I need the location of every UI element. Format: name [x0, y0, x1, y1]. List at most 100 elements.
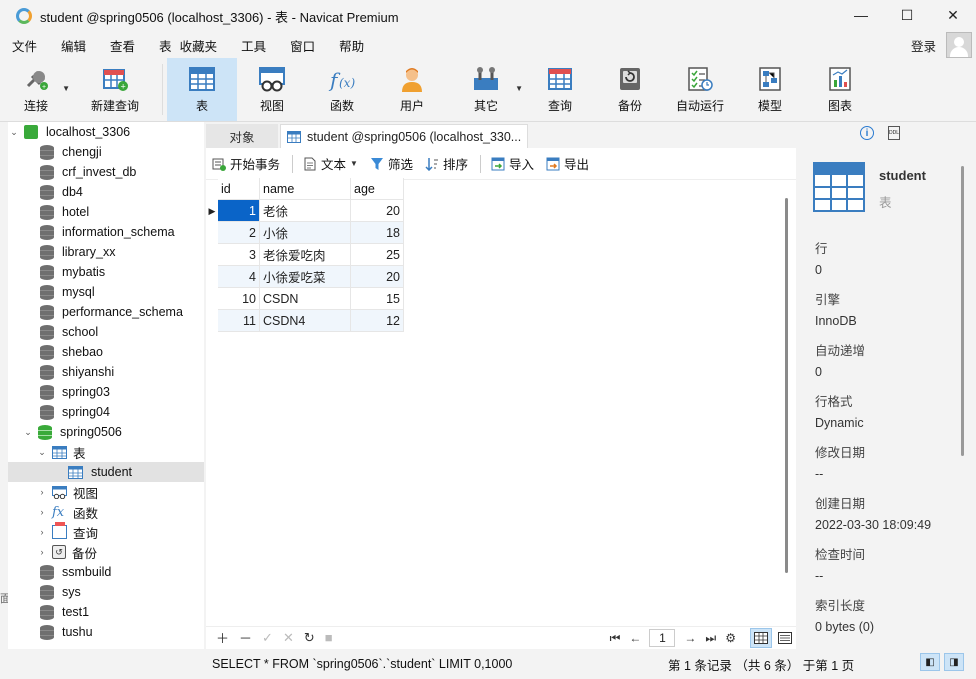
menu-help[interactable]: 帮助 [327, 36, 376, 55]
tab-objects[interactable]: 对象 [206, 124, 278, 148]
tree-functions-node[interactable]: › fx 函数 [8, 502, 204, 522]
tree-queries-node[interactable]: › 查询 [8, 522, 204, 542]
menu-window[interactable]: 窗口 [278, 36, 327, 55]
tree-db-item[interactable]: shiyanshi [8, 362, 204, 382]
cell-name[interactable]: 老徐爱吃肉 [260, 244, 351, 266]
tree-db-item[interactable]: spring03 [8, 382, 204, 402]
menu-view[interactable]: 查看 [98, 36, 147, 55]
navigation-tree[interactable]: ⌄ localhost_3306 chengji crf_invest_db db4… [8, 122, 204, 649]
tree-db-item[interactable]: performance_schema [8, 302, 204, 322]
cell-name[interactable]: CSDN [260, 288, 351, 310]
toggle-right-pane-button[interactable]: ◨ [944, 653, 964, 671]
previous-page-icon[interactable]: ← [629, 631, 641, 645]
stop-icon[interactable]: ■ [325, 630, 333, 645]
tree-db-item[interactable]: hotel [8, 202, 204, 222]
data-grid[interactable]: id name age ▶ 1 老徐 20 2 小徐 18 3 老徐爱吃肉 25 4 小徐爱吃菜 20 1… [206, 178, 404, 332]
toolbar-model-button[interactable]: 模型 [735, 58, 805, 121]
import-button[interactable]: 导入 [491, 154, 534, 173]
cell-id[interactable]: 10 [218, 288, 260, 310]
tree-db-item[interactable]: ssmbuild [8, 562, 204, 582]
cell-age[interactable]: 25 [351, 244, 404, 266]
close-button[interactable]: ✕ [930, 0, 976, 30]
cell-age[interactable]: 20 [351, 266, 404, 288]
tree-db-item[interactable]: chengji [8, 142, 204, 162]
begin-transaction-button[interactable]: 开始事务 [212, 154, 280, 173]
login-link[interactable]: 登录 [911, 36, 936, 55]
table-row[interactable]: 11 CSDN4 12 [206, 310, 404, 332]
text-view-button[interactable]: 文本 ▼ [303, 154, 358, 173]
cell-id[interactable]: 1 [218, 200, 260, 222]
toolbar-chart-button[interactable]: 图表 [805, 58, 875, 121]
toolbar-new-query-button[interactable]: + 新建查询 [72, 58, 158, 121]
info-icon[interactable]: i [860, 126, 874, 140]
menu-favorites[interactable]: 收藏夹 [176, 36, 230, 55]
tree-db-item[interactable]: mysql [8, 282, 204, 302]
toolbar-function-button[interactable]: f (x) 函数 [307, 58, 377, 121]
column-header-name[interactable]: name [260, 178, 351, 200]
menu-table[interactable]: 表 [147, 36, 176, 55]
ddl-icon[interactable]: DDL [888, 126, 900, 140]
sort-button[interactable]: 排序 [425, 154, 468, 173]
last-page-icon[interactable]: ⏭ [705, 631, 716, 646]
apply-check-icon[interactable]: ✓ [262, 630, 273, 646]
tree-views-node[interactable]: › 视图 [8, 482, 204, 502]
tree-backups-node[interactable]: › ↺ 备份 [8, 542, 204, 562]
tree-db-item[interactable]: crf_invest_db [8, 162, 204, 182]
chevron-down-icon[interactable]: ⌄ [22, 427, 34, 438]
minimize-button[interactable]: — [838, 0, 884, 30]
export-button[interactable]: 导出 [546, 154, 589, 173]
tree-connection[interactable]: ⌄ localhost_3306 [8, 122, 204, 142]
table-row[interactable]: 2 小徐 18 [206, 222, 404, 244]
avatar[interactable] [946, 32, 972, 58]
column-header-age[interactable]: age [351, 178, 404, 200]
chevron-down-icon[interactable]: ▼ [350, 159, 358, 168]
menu-edit[interactable]: 编辑 [49, 36, 98, 55]
add-record-icon[interactable]: ＋ [216, 628, 229, 647]
delete-record-icon[interactable]: － [239, 628, 252, 647]
tree-db-item[interactable]: tushu [8, 622, 204, 642]
cell-name[interactable]: CSDN4 [260, 310, 351, 332]
filter-button[interactable]: 筛选 [370, 154, 413, 173]
cell-age[interactable]: 18 [351, 222, 404, 244]
maximize-button[interactable]: ☐ [884, 0, 930, 30]
table-row[interactable]: ▶ 1 老徐 20 [206, 200, 404, 222]
menu-file[interactable]: 文件 [0, 36, 49, 55]
toolbar-table-button[interactable]: 表 [167, 58, 237, 121]
tree-db-item[interactable]: sys [8, 582, 204, 602]
page-number-input[interactable]: 1 [649, 629, 676, 647]
tab-student[interactable]: student @spring0506 (localhost_330... [280, 124, 528, 148]
tree-db-item[interactable]: test1 [8, 602, 204, 622]
cell-id[interactable]: 2 [218, 222, 260, 244]
tree-db-item[interactable]: spring04 [8, 402, 204, 422]
cell-id[interactable]: 11 [218, 310, 260, 332]
cell-age[interactable]: 15 [351, 288, 404, 310]
refresh-icon[interactable]: ↻ [304, 630, 315, 646]
tree-db-item[interactable]: mybatis [8, 262, 204, 282]
chevron-down-icon[interactable]: ⌄ [36, 447, 48, 458]
toolbar-other-button[interactable]: 其它 ▼ [447, 58, 525, 121]
toolbar-backup-button[interactable]: 备份 [595, 58, 665, 121]
toolbar-query-button[interactable]: 查询 [525, 58, 595, 121]
cell-name[interactable]: 小徐爱吃菜 [260, 266, 351, 288]
toolbar-view-button[interactable]: 视图 [237, 58, 307, 121]
chevron-right-icon[interactable]: › [36, 507, 48, 517]
table-row[interactable]: 4 小徐爱吃菜 20 [206, 266, 404, 288]
column-header-id[interactable]: id [218, 178, 260, 200]
chevron-down-icon[interactable]: ▼ [62, 84, 70, 93]
cell-id[interactable]: 3 [218, 244, 260, 266]
tree-db-spring0506[interactable]: ⌄ spring0506 [8, 422, 204, 442]
next-page-icon[interactable]: → [684, 631, 696, 645]
table-row[interactable]: 10 CSDN 15 [206, 288, 404, 310]
toolbar-user-button[interactable]: 用户 [377, 58, 447, 121]
chevron-right-icon[interactable]: › [36, 547, 48, 557]
chevron-down-icon[interactable]: ⌄ [8, 127, 20, 138]
toggle-left-pane-button[interactable]: ◧ [920, 653, 940, 671]
vertical-scrollbar[interactable] [785, 198, 788, 573]
table-row[interactable]: 3 老徐爱吃肉 25 [206, 244, 404, 266]
tree-tables-node[interactable]: ⌄ 表 [8, 442, 204, 462]
cell-age[interactable]: 12 [351, 310, 404, 332]
cell-age[interactable]: 20 [351, 200, 404, 222]
cell-name[interactable]: 老徐 [260, 200, 351, 222]
chevron-down-icon[interactable]: ▼ [515, 84, 523, 93]
menu-tools[interactable]: 工具 [229, 36, 278, 55]
